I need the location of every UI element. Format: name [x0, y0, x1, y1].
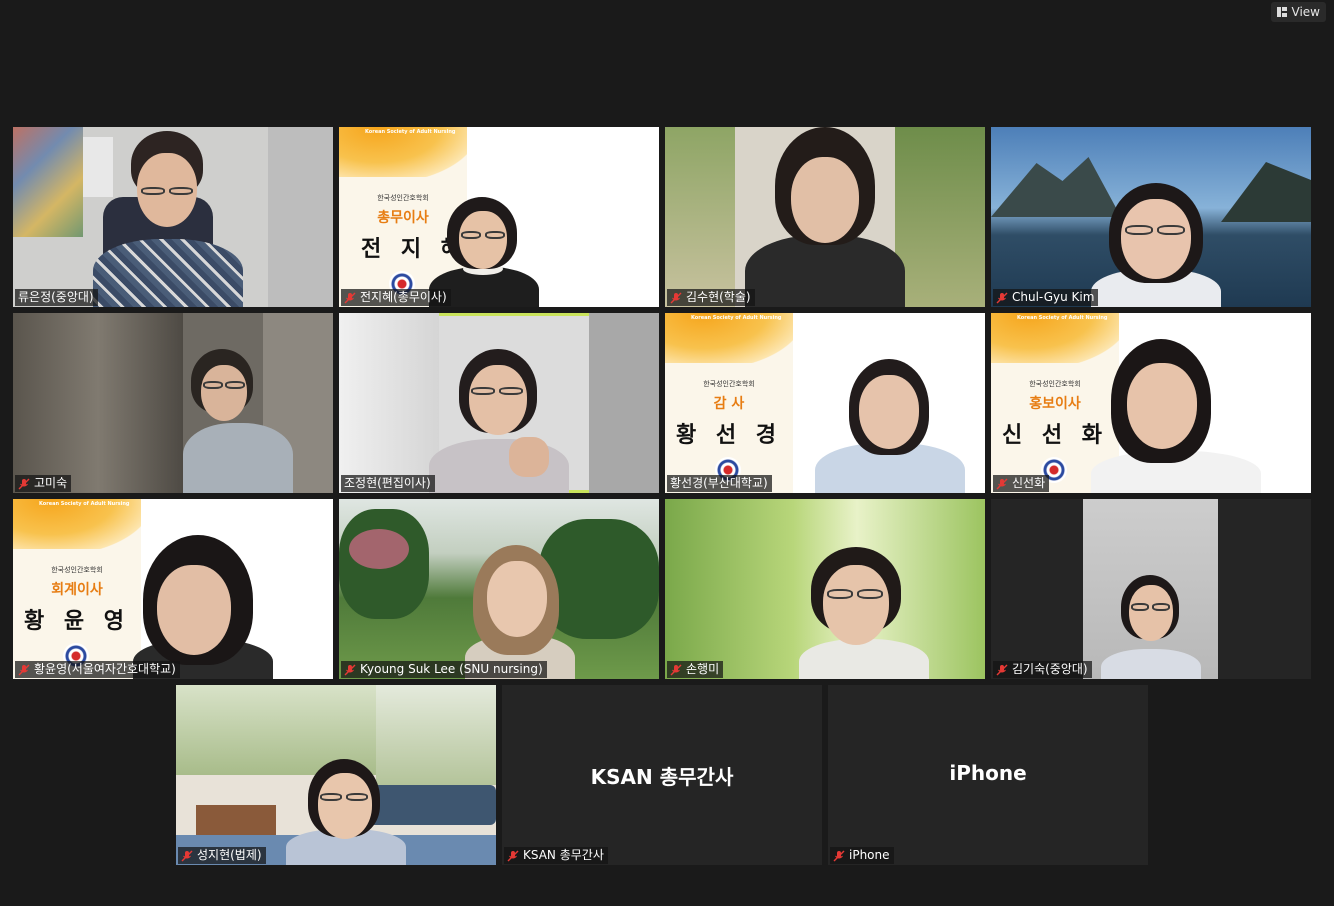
participant-name: 김기숙(중앙대) — [1012, 662, 1088, 676]
slide-name: 황 윤 영 — [23, 609, 131, 634]
slide-header: Korean Society of Adult Nursing — [691, 315, 782, 321]
participant-name-tag: 신선화 — [993, 475, 1050, 492]
video-tile[interactable]: iPhone iPhone — [828, 685, 1148, 865]
view-button-label: View — [1291, 5, 1320, 19]
video-tile[interactable]: Korean Society of Adult Nursing 한국성인간호학회… — [13, 499, 333, 679]
slide-org: 한국성인간호학회 — [51, 566, 103, 574]
participant-name: 김수현(학술) — [686, 290, 751, 304]
participant-name-tag: iPhone — [830, 847, 894, 864]
slide-org: 한국성인간호학회 — [703, 380, 755, 388]
mic-off-icon — [670, 664, 682, 675]
participant-display-name: iPhone — [949, 761, 1027, 785]
participant-name: 손행미 — [686, 662, 720, 676]
participant-video — [795, 539, 935, 679]
participant-video — [419, 343, 579, 493]
mic-off-icon — [507, 850, 519, 861]
background-slide: Korean Society of Adult Nursing 한국성인간호학회… — [13, 499, 141, 679]
slide-header: Korean Society of Adult Nursing — [365, 129, 456, 135]
participant-name: 고미숙 — [34, 476, 68, 490]
mic-off-icon — [996, 478, 1008, 489]
participant-name-tag: 조정현(편집이사) — [341, 475, 435, 492]
participant-video — [83, 127, 253, 307]
participant-name: KSAN 총무간사 — [523, 848, 604, 862]
participant-name: Chul-Gyu Kim — [1012, 290, 1095, 304]
video-tile[interactable]: 김기숙(중앙대) — [991, 499, 1311, 679]
slide-role: 회계이사 — [51, 582, 103, 598]
participant-video — [815, 353, 965, 493]
participant-name-tag: 황선경(부산대학교) — [667, 475, 772, 492]
video-tile[interactable]: 고미숙 — [13, 313, 333, 493]
participant-name-tag: 류은정(중앙대) — [15, 289, 98, 306]
slide-role: 감 사 — [713, 396, 745, 412]
participant-name: 황윤영(서울여자간호대학교) — [34, 662, 176, 676]
participant-name-tag: 손행미 — [667, 661, 724, 678]
participant-name: 류은정(중앙대) — [18, 290, 94, 304]
mic-off-icon — [344, 292, 356, 303]
participant-name-tag: 전지혜(총무이사) — [341, 289, 451, 306]
mic-off-icon — [344, 664, 356, 675]
participant-name-tag: 고미숙 — [15, 475, 72, 492]
grid-view-icon — [1276, 7, 1287, 17]
mic-off-icon — [996, 292, 1008, 303]
participant-name: 성지현(법제) — [197, 848, 262, 862]
participant-name: 조정현(편집이사) — [344, 476, 431, 490]
video-tile[interactable]: 김수현(학술) — [665, 127, 985, 307]
participant-video — [1101, 569, 1201, 679]
mic-off-icon — [18, 478, 30, 489]
participant-name: 황선경(부산대학교) — [670, 476, 768, 490]
video-tile[interactable]: 손행미 — [665, 499, 985, 679]
participant-video — [133, 529, 273, 679]
video-tile[interactable]: Chul-Gyu Kim — [991, 127, 1311, 307]
participant-name: 전지혜(총무이사) — [360, 290, 447, 304]
mic-off-icon — [996, 664, 1008, 675]
participant-name-tag: 황윤영(서울여자간호대학교) — [15, 661, 180, 678]
participant-name-tag: 김기숙(중앙대) — [993, 661, 1092, 678]
participant-name-tag: KSAN 총무간사 — [504, 847, 608, 864]
mic-off-icon — [670, 292, 682, 303]
mic-off-icon — [833, 850, 845, 861]
video-tile[interactable]: Kyoung Suk Lee (SNU nursing) — [339, 499, 659, 679]
video-tile[interactable]: Korean Society of Adult Nursing 한국성인간호학회… — [665, 313, 985, 493]
participant-name-tag: Kyoung Suk Lee (SNU nursing) — [341, 661, 547, 678]
video-tile[interactable]: KSAN 총무간사 KSAN 총무간사 — [502, 685, 822, 865]
participant-name-tag: Chul-Gyu Kim — [993, 289, 1099, 306]
background-slide: Korean Society of Adult Nursing 한국성인간호학회… — [665, 313, 793, 493]
video-tile[interactable]: 성지현(법제) — [176, 685, 496, 865]
slide-name: 황 선 경 — [675, 423, 783, 448]
participant-name: Kyoung Suk Lee (SNU nursing) — [360, 662, 543, 676]
participant-video — [1091, 333, 1261, 493]
video-tile[interactable]: 조정현(편집이사) — [339, 313, 659, 493]
participant-video — [286, 755, 406, 865]
video-tile[interactable]: 류은정(중앙대) — [13, 127, 333, 307]
video-tile[interactable]: Korean Society of Adult Nursing 한국성인간호학회… — [991, 313, 1311, 493]
participant-video — [1081, 177, 1231, 307]
participant-name: iPhone — [849, 848, 890, 862]
participant-name: 신선화 — [1012, 476, 1046, 490]
participant-video — [725, 127, 925, 307]
participant-video — [459, 539, 579, 679]
slide-header: Korean Society of Adult Nursing — [1017, 315, 1108, 321]
video-tile[interactable]: Korean Society of Adult Nursing 한국성인간호학회… — [339, 127, 659, 307]
slide-header: Korean Society of Adult Nursing — [39, 501, 130, 507]
participant-name-tag: 김수현(학술) — [667, 289, 755, 306]
participant-display-name: KSAN 총무간사 — [590, 765, 734, 789]
participant-video — [173, 343, 293, 493]
participant-name-tag: 성지현(법제) — [178, 847, 266, 864]
view-button[interactable]: View — [1270, 2, 1326, 22]
mic-off-icon — [181, 850, 193, 861]
mic-off-icon — [18, 664, 30, 675]
